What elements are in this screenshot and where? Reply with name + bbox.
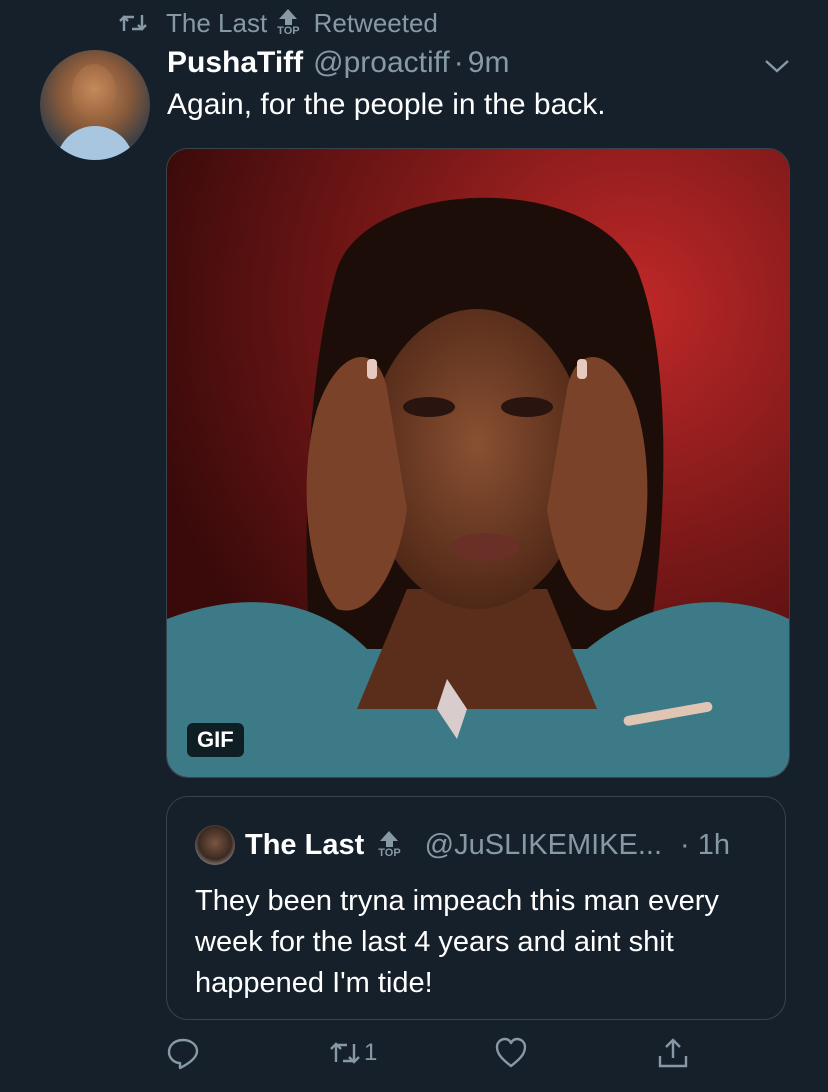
avatar[interactable] — [40, 50, 150, 160]
retweeter-name[interactable]: The Last — [166, 8, 267, 39]
share-icon — [658, 1038, 688, 1068]
quoted-display-name[interactable]: The Last — [245, 829, 364, 862]
tweet-timestamp[interactable]: 9m — [468, 46, 510, 80]
gif-media[interactable]: GIF — [166, 148, 790, 778]
user-handle[interactable]: @proactiff — [313, 46, 450, 80]
quoted-tweet[interactable]: The Last TOP @JuSLIKEMIKE... · 1h They b… — [166, 796, 786, 1020]
tweet-header: PushaTiff @proactiff · 9m — [167, 46, 509, 80]
share-button[interactable] — [656, 1036, 690, 1070]
reply-button[interactable] — [166, 1036, 200, 1070]
retweet-button[interactable]: 1 — [328, 1036, 377, 1070]
retweet-context: The Last TOP Retweeted — [118, 6, 438, 40]
retweet-count: 1 — [364, 1039, 378, 1066]
retweet-icon — [330, 1042, 360, 1064]
heart-icon — [495, 1037, 527, 1068]
quoted-handle[interactable]: @JuSLIKEMIKE... — [425, 829, 662, 862]
quoted-tweet-text: They been tryna impeach this man every w… — [195, 885, 719, 999]
separator-dot: · — [453, 46, 464, 79]
retweet-icon — [119, 15, 147, 31]
top-badge-icon: TOP — [378, 831, 401, 859]
chevron-down-icon[interactable] — [762, 56, 792, 76]
action-bar: 1 — [0, 1036, 828, 1076]
gif-image — [167, 149, 789, 777]
like-button[interactable] — [494, 1036, 528, 1070]
quoted-avatar[interactable] — [195, 825, 235, 865]
tweet-text: Again, for the people in the back. — [167, 88, 606, 121]
reply-icon — [167, 1038, 199, 1070]
quoted-tweet-header: The Last TOP @JuSLIKEMIKE... · 1h — [195, 825, 730, 865]
display-name[interactable]: PushaTiff — [167, 46, 303, 80]
gif-badge: GIF — [187, 723, 244, 757]
top-badge-icon: TOP — [277, 9, 300, 37]
quoted-timestamp[interactable]: · 1h — [680, 829, 730, 862]
tweet-card[interactable]: The Last TOP Retweeted PushaTiff @proact… — [0, 0, 828, 1092]
retweeted-label: Retweeted — [313, 7, 438, 38]
